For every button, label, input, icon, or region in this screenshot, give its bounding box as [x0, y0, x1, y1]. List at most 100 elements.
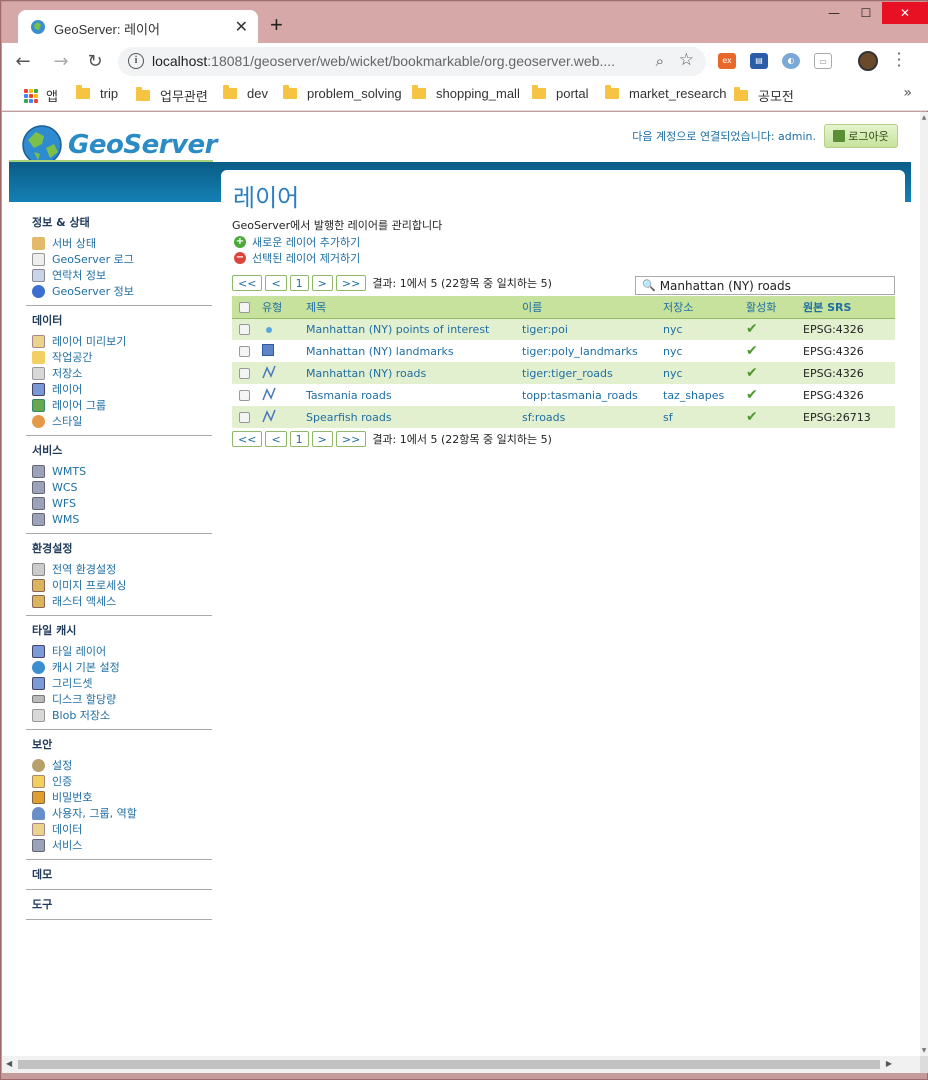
pager-first-button[interactable]: <<	[232, 431, 263, 447]
select-all-checkbox[interactable]	[239, 301, 250, 313]
sidebar-item-security-settings[interactable]: 설정	[32, 757, 212, 773]
scroll-up-icon[interactable]: ▲	[920, 114, 928, 121]
sidebar-item-demos[interactable]: 데모	[32, 866, 212, 881]
bookmark-item[interactable]: 공모전	[734, 86, 794, 105]
forward-arrow-icon[interactable]: →	[50, 51, 72, 72]
pager-prev-button[interactable]: <	[265, 431, 287, 447]
sidebar-item-global-settings[interactable]: 전역 환경설정	[32, 561, 212, 577]
row-checkbox[interactable]	[239, 412, 250, 423]
sidebar-item-tools[interactable]: 도구	[32, 896, 212, 911]
extension-ex-icon[interactable]: ex	[718, 53, 736, 69]
column-header-type[interactable]: 유형	[262, 296, 306, 319]
horizontal-scroll-thumb[interactable]	[18, 1060, 880, 1069]
sidebar-item-workspaces[interactable]: 작업공간	[32, 349, 212, 365]
scroll-right-icon[interactable]: ▶	[886, 1059, 892, 1068]
address-bar[interactable]: i localhost:18081/geoserver/web/wicket/b…	[118, 47, 706, 76]
sidebar-item-security-data[interactable]: 데이터	[32, 821, 212, 837]
pager-last-button[interactable]: >>	[335, 275, 367, 291]
pager-next-button[interactable]: >	[311, 431, 333, 447]
sidebar-item-geoserver-log[interactable]: GeoServer 로그	[32, 251, 212, 267]
sidebar-item-wmts[interactable]: WMTS	[32, 463, 212, 479]
pager-prev-button[interactable]: <	[265, 275, 287, 291]
back-arrow-icon[interactable]: ←	[12, 51, 34, 72]
bookmark-star-icon[interactable]: ☆	[679, 50, 694, 70]
layer-store-link[interactable]: taz_shapes	[663, 384, 746, 406]
sidebar-item-stores[interactable]: 저장소	[32, 365, 212, 381]
sidebar-item-about[interactable]: GeoServer 정보	[32, 283, 212, 299]
horizontal-scrollbar[interactable]: ◀ ▶	[2, 1056, 920, 1073]
extension-circle-icon[interactable]: ◐	[782, 53, 800, 69]
sidebar-item-gridsets[interactable]: 그리드셋	[32, 675, 212, 691]
row-checkbox[interactable]	[239, 368, 250, 379]
layer-title-link[interactable]: Tasmania roads	[306, 384, 522, 406]
sidebar-item-blob-stores[interactable]: Blob 저장소	[32, 707, 212, 723]
sidebar-item-disk-quota[interactable]: 디스크 할당량	[32, 691, 212, 707]
sidebar-item-passwords[interactable]: 비밀번호	[32, 789, 212, 805]
sidebar-item-layer-groups[interactable]: 레이어 그룹	[32, 397, 212, 413]
extension-cast-icon[interactable]: ▭	[814, 53, 832, 69]
new-tab-button[interactable]: +	[270, 12, 283, 38]
bookmark-apps[interactable]: 앱	[24, 86, 58, 105]
pager-last-button[interactable]: >>	[335, 431, 367, 447]
search-input[interactable]: 🔍 Manhattan (NY) roads	[635, 276, 895, 295]
layer-title-link[interactable]: Manhattan (NY) roads	[306, 362, 522, 384]
extension-blue-icon[interactable]: ▤	[750, 53, 768, 69]
reload-icon[interactable]: ↻	[84, 51, 106, 72]
layer-name-link[interactable]: tiger:tiger_roads	[522, 362, 663, 384]
bookmark-item[interactable]: dev	[223, 85, 268, 101]
layer-name-link[interactable]: sf:roads	[522, 406, 663, 428]
site-info-icon[interactable]: i	[128, 53, 144, 69]
bookmarks-overflow-icon[interactable]: »	[903, 85, 912, 101]
sidebar-item-layers[interactable]: 레이어	[32, 381, 212, 397]
row-checkbox[interactable]	[239, 346, 250, 357]
pager-first-button[interactable]: <<	[232, 275, 263, 291]
bookmark-item[interactable]: trip	[76, 85, 118, 101]
sidebar-item-raster-access[interactable]: 래스터 액세스	[32, 593, 212, 609]
bookmark-item[interactable]: market_research	[605, 85, 727, 101]
sidebar-item-layer-preview[interactable]: 레이어 미리보기	[32, 333, 212, 349]
layer-name-link[interactable]: topp:tasmania_roads	[522, 384, 663, 406]
scroll-left-icon[interactable]: ◀	[6, 1059, 12, 1068]
layer-name-link[interactable]: tiger:poi	[522, 318, 663, 340]
bookmark-item[interactable]: shopping_mall	[412, 85, 520, 101]
sidebar-item-image-processing[interactable]: 이미지 프로세싱	[32, 577, 212, 593]
sidebar-item-tile-layers[interactable]: 타일 레이어	[32, 643, 212, 659]
bookmark-item[interactable]: 업무관련	[136, 86, 208, 105]
sidebar-item-server-status[interactable]: 서버 상태	[32, 235, 212, 251]
remove-layer-link[interactable]: − 선택된 레이어 제거하기	[234, 250, 360, 266]
sidebar-item-wms[interactable]: WMS	[32, 511, 212, 527]
zoom-icon[interactable]: ⌕	[656, 52, 664, 70]
browser-tab[interactable]: GeoServer: 레이어 ✕	[18, 10, 258, 44]
sidebar-item-authentication[interactable]: 인증	[32, 773, 212, 789]
add-layer-link[interactable]: + 새로운 레이어 추가하기	[234, 234, 360, 250]
sidebar-item-wcs[interactable]: WCS	[32, 479, 212, 495]
logout-button[interactable]: 로그아웃	[824, 124, 898, 148]
sidebar-item-security-services[interactable]: 서비스	[32, 837, 212, 853]
column-header-name[interactable]: 이름	[522, 296, 663, 319]
layer-store-link[interactable]: nyc	[663, 340, 746, 362]
column-header-title[interactable]: 제목	[306, 296, 522, 319]
column-header-enabled[interactable]: 활성화	[746, 296, 803, 319]
layer-title-link[interactable]: Manhattan (NY) landmarks	[306, 340, 522, 362]
sidebar-item-contact[interactable]: 연락처 정보	[32, 267, 212, 283]
window-close-icon[interactable]: ✕	[882, 2, 928, 24]
layer-store-link[interactable]: nyc	[663, 318, 746, 340]
bookmark-item[interactable]: problem_solving	[283, 85, 402, 101]
browser-menu-icon[interactable]: · · ·	[895, 46, 903, 74]
sidebar-item-wfs[interactable]: WFS	[32, 495, 212, 511]
sidebar-item-styles[interactable]: 스타일	[32, 413, 212, 429]
row-checkbox[interactable]	[239, 390, 250, 401]
bookmark-item[interactable]: portal	[532, 85, 589, 101]
layer-title-link[interactable]: Manhattan (NY) points of interest	[306, 318, 522, 340]
layer-store-link[interactable]: sf	[663, 406, 746, 428]
url-text[interactable]: localhost:18081/geoserver/web/wicket/boo…	[152, 53, 615, 69]
scroll-down-icon[interactable]: ▼	[920, 1047, 928, 1054]
pager-next-button[interactable]: >	[311, 275, 333, 291]
vertical-scrollbar[interactable]: ▲ ▼	[920, 112, 928, 1056]
column-header-srs[interactable]: 원본 SRS	[803, 296, 895, 319]
layer-name-link[interactable]: tiger:poly_landmarks	[522, 340, 663, 362]
profile-avatar[interactable]	[858, 51, 878, 71]
minimize-icon[interactable]: —	[818, 2, 850, 24]
layer-store-link[interactable]: nyc	[663, 362, 746, 384]
pager-page-button[interactable]: 1	[289, 431, 309, 447]
